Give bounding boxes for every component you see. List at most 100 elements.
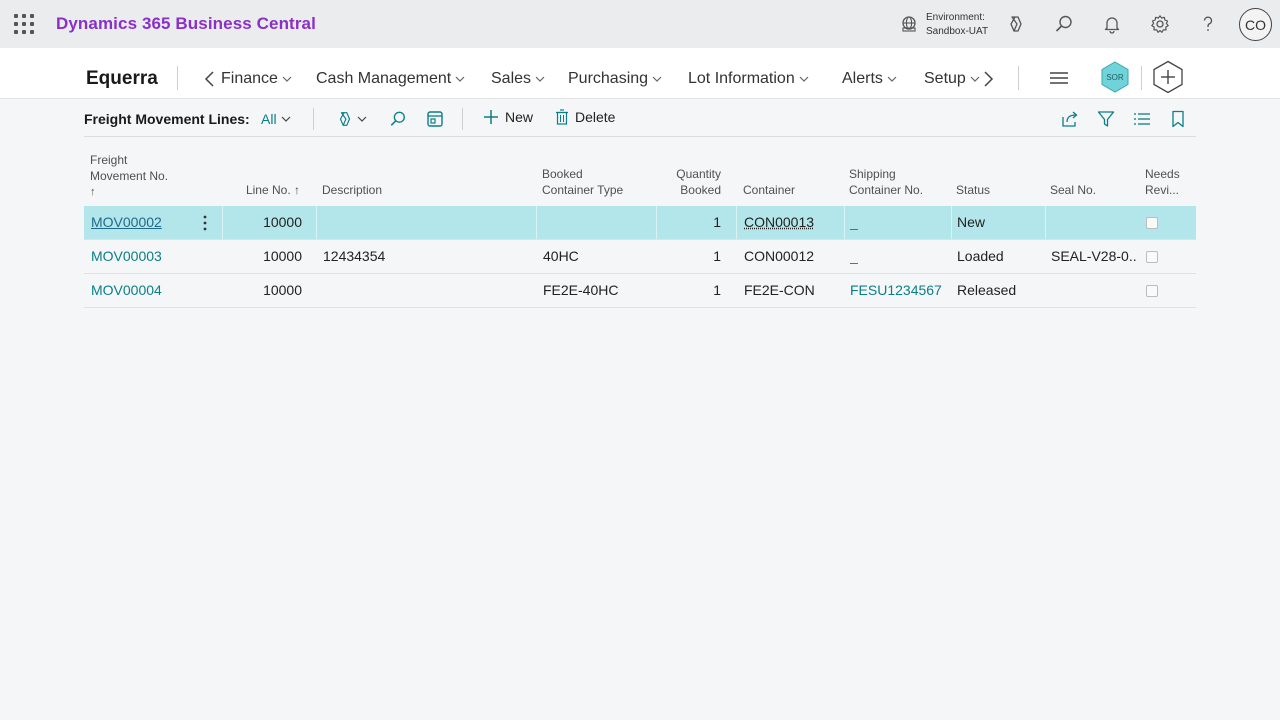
scroll-left-arrow-icon[interactable] xyxy=(203,70,217,88)
user-avatar[interactable]: CO xyxy=(1239,8,1272,41)
quantity-booked-cell[interactable]: 1 xyxy=(658,206,721,239)
column-header-quantity-booked[interactable]: Quantity Booked xyxy=(654,144,721,206)
bookmark-button[interactable] xyxy=(1168,109,1188,129)
trash-icon xyxy=(556,109,568,125)
column-header-line-no[interactable]: Line No. ↑ xyxy=(214,144,300,206)
movement-no-link[interactable]: MOV00002 xyxy=(91,206,191,239)
cell-divider xyxy=(951,206,952,239)
settings-gear-icon[interactable] xyxy=(1148,12,1172,36)
header-text: Needs xyxy=(1145,167,1180,181)
nav-item-cash-management[interactable]: Cash Management xyxy=(316,70,465,88)
column-header-freight-movement-no[interactable]: Freight Movement No. ↑ xyxy=(90,144,210,206)
badge-label: SOR xyxy=(1106,73,1124,82)
needs-review-checkbox[interactable] xyxy=(1146,217,1158,229)
column-header-booked-container-type[interactable]: Booked Container Type xyxy=(542,144,652,206)
column-header-seal-no[interactable]: Seal No. xyxy=(1050,144,1130,206)
nav-item-sales[interactable]: Sales xyxy=(491,70,545,88)
status-cell[interactable]: New xyxy=(957,206,1037,239)
nav-item-finance[interactable]: Finance xyxy=(221,70,292,88)
nav-divider xyxy=(177,66,178,90)
booked-container-type-cell[interactable]: FE2E-40HC xyxy=(543,274,653,307)
sort-ascending-icon: ↑ xyxy=(294,183,300,197)
description-cell[interactable] xyxy=(323,206,523,239)
container-cell[interactable]: FE2E-CON xyxy=(744,274,834,307)
shipping-container-no-link[interactable]: FESU1234567 xyxy=(850,274,950,307)
nav-divider xyxy=(1018,66,1019,90)
cell-divider xyxy=(1045,206,1046,239)
new-button[interactable]: New xyxy=(483,109,533,125)
nav-item-alerts[interactable]: Alerts xyxy=(842,70,897,88)
shipping-container-no-link[interactable]: _ xyxy=(850,206,950,239)
header-text: Booked xyxy=(680,183,721,197)
sort-ascending-icon: ↑ xyxy=(90,186,96,198)
container-cell[interactable]: CON00012 xyxy=(744,240,834,273)
column-header-status[interactable]: Status xyxy=(956,144,1036,206)
filter-button[interactable] xyxy=(1096,109,1116,129)
booked-container-type-cell[interactable] xyxy=(543,206,653,239)
nav-item-lot-information[interactable]: Lot Information xyxy=(688,70,809,88)
environment-name: Sandbox-UAT xyxy=(926,26,989,37)
line-no-cell[interactable]: 10000 xyxy=(224,206,302,239)
quantity-booked-cell[interactable]: 1 xyxy=(658,274,721,307)
notification-bell-icon[interactable] xyxy=(1100,12,1124,36)
cell-divider xyxy=(222,206,223,239)
header-text: Revi... xyxy=(1145,183,1180,197)
new-label: New xyxy=(505,109,534,125)
table-row[interactable]: MOV00004 10000 FE2E-40HC 1 FE2E-CON FESU… xyxy=(84,274,1196,308)
share-button[interactable] xyxy=(1060,109,1080,129)
product-name[interactable]: Dynamics 365 Business Central xyxy=(56,14,316,34)
movement-no-link[interactable]: MOV00004 xyxy=(91,274,191,307)
status-cell[interactable]: Loaded xyxy=(957,240,1037,273)
column-header-description[interactable]: Description xyxy=(322,144,522,206)
row-actions-ellipsis-icon[interactable] xyxy=(202,214,208,232)
seal-no-cell[interactable] xyxy=(1051,274,1137,307)
nav-item-purchasing[interactable]: Purchasing xyxy=(568,70,662,88)
bookmark-icon xyxy=(1172,110,1184,128)
column-header-container[interactable]: Container xyxy=(743,144,833,206)
booked-container-type-cell[interactable]: 40HC xyxy=(543,240,653,273)
needs-review-checkbox[interactable] xyxy=(1146,251,1158,263)
copilot-icon xyxy=(339,112,351,126)
description-cell[interactable] xyxy=(323,274,523,307)
status-cell[interactable]: Released xyxy=(957,274,1037,307)
list-view-button[interactable] xyxy=(1132,109,1152,129)
cell-divider xyxy=(844,206,845,239)
seal-no-cell[interactable]: SEAL-V28-0... xyxy=(1051,240,1137,273)
copilot-actions-button[interactable] xyxy=(336,109,370,129)
chevron-down-icon xyxy=(455,76,465,82)
cell-divider xyxy=(656,206,657,239)
line-no-cell[interactable]: 10000 xyxy=(224,240,302,273)
needs-review-checkbox[interactable] xyxy=(1146,285,1158,297)
delete-button[interactable]: Delete xyxy=(555,109,615,125)
cell-divider xyxy=(736,206,737,239)
edit-list-icon xyxy=(427,111,443,127)
menu-icon[interactable] xyxy=(1050,71,1068,85)
scroll-right-arrow-icon[interactable] xyxy=(981,70,995,88)
column-header-needs-review[interactable]: Needs Revi... xyxy=(1145,144,1195,206)
header-text: Freight xyxy=(90,153,128,167)
line-no-cell[interactable]: 10000 xyxy=(224,274,302,307)
help-icon[interactable] xyxy=(1196,12,1220,36)
add-hexagon-icon[interactable] xyxy=(1152,60,1184,94)
search-list-button[interactable] xyxy=(388,109,408,129)
view-selector[interactable]: All xyxy=(261,111,291,127)
movement-no-link[interactable]: MOV00003 xyxy=(91,240,191,273)
edit-list-button[interactable] xyxy=(425,109,445,129)
description-cell[interactable]: 12434354 xyxy=(323,240,523,273)
nav-item-label: Setup xyxy=(924,70,966,87)
table-row[interactable]: MOV00002 10000 1 CON00013 _ New xyxy=(84,206,1196,240)
role-center-badge-icon[interactable]: SOR xyxy=(1099,61,1131,93)
nav-divider xyxy=(1141,66,1142,90)
search-icon[interactable] xyxy=(1052,12,1076,36)
copilot-icon[interactable] xyxy=(1004,12,1028,36)
table-row[interactable]: MOV00003 10000 12434354 40HC 1 CON00012 … xyxy=(84,240,1196,274)
column-header-shipping-container-no[interactable]: Shipping Container No. xyxy=(849,144,949,206)
company-name[interactable]: Equerra xyxy=(86,68,158,90)
seal-no-cell[interactable] xyxy=(1051,206,1137,239)
chevron-down-icon xyxy=(652,76,662,82)
nav-item-setup[interactable]: Setup xyxy=(924,70,980,88)
quantity-booked-cell[interactable]: 1 xyxy=(658,240,721,273)
app-launcher-icon[interactable] xyxy=(14,14,34,34)
shipping-container-no-link[interactable]: _ xyxy=(850,240,950,273)
container-cell[interactable]: CON00013 xyxy=(744,206,834,239)
